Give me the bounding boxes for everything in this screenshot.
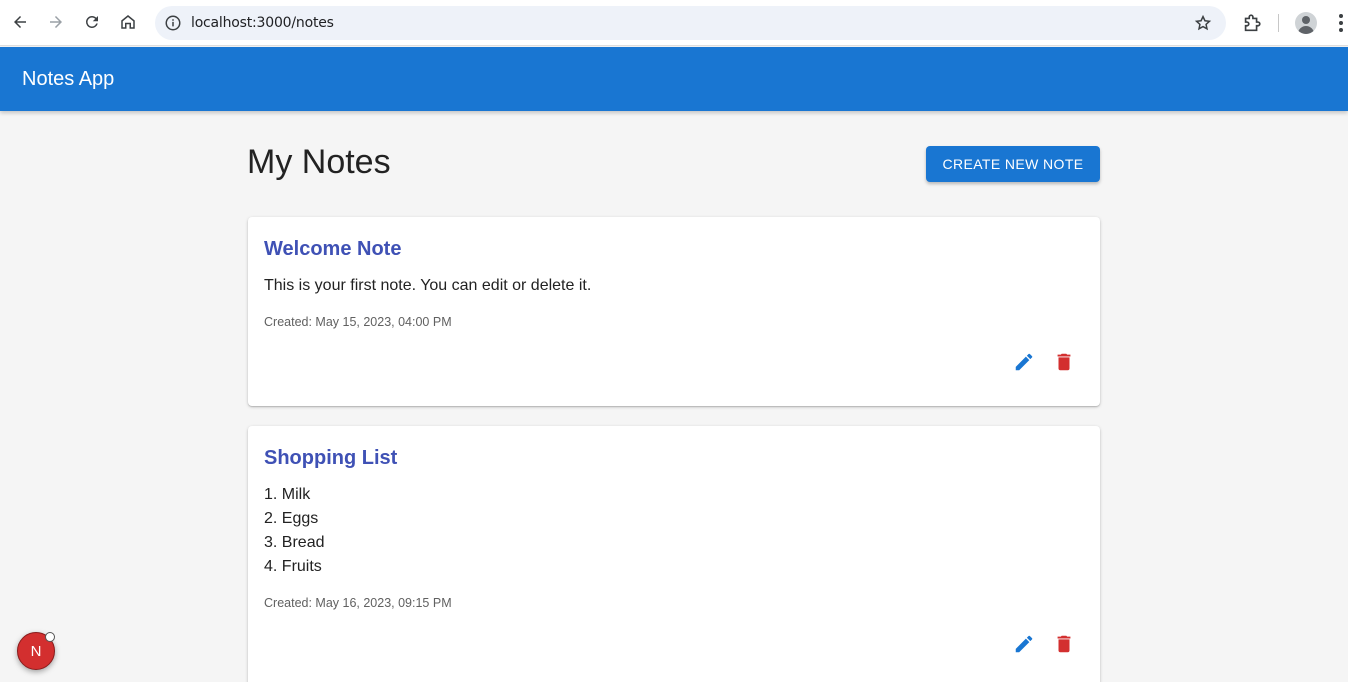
extensions-icon[interactable] xyxy=(1241,12,1263,34)
edit-button[interactable] xyxy=(1009,347,1039,377)
url-text[interactable]: localhost:3000/notes xyxy=(191,15,334,31)
note-card: Welcome Note This is your first note. Yo… xyxy=(248,217,1100,406)
note-body-line: 2. Eggs xyxy=(264,510,319,527)
note-created-date: Created: May 16, 2023, 09:15 PM xyxy=(264,596,452,610)
delete-button[interactable] xyxy=(1049,629,1079,659)
note-created-date: Created: May 15, 2023, 04:00 PM xyxy=(264,315,452,329)
reload-icon[interactable] xyxy=(79,9,105,35)
page-title: My Notes xyxy=(247,143,391,181)
note-body-line: 3. Bread xyxy=(264,534,325,551)
app-title[interactable]: Notes App xyxy=(22,68,114,91)
note-title: Shopping List xyxy=(264,447,398,469)
trash-icon xyxy=(1057,353,1071,371)
note-title: Welcome Note xyxy=(264,238,402,260)
browser-toolbar: localhost:3000/notes xyxy=(0,0,1348,46)
app-bar: Notes App xyxy=(0,47,1348,111)
profile-avatar[interactable] xyxy=(1295,12,1317,34)
note-body-line: This is your first note. You can edit or… xyxy=(264,277,592,294)
more-icon[interactable] xyxy=(1334,13,1348,33)
edit-button[interactable] xyxy=(1009,629,1039,659)
trash-icon xyxy=(1057,635,1071,653)
note-body: 1. Milk 2. Eggs 3. Bread 4. Fruits xyxy=(264,483,324,579)
toolbar-separator xyxy=(1278,14,1279,32)
badge-indicator-dot xyxy=(45,632,55,642)
note-card: Shopping List 1. Milk 2. Eggs 3. Bread 4… xyxy=(248,426,1100,682)
back-icon[interactable] xyxy=(7,9,33,35)
address-bar[interactable]: localhost:3000/notes xyxy=(155,6,1226,40)
pencil-icon xyxy=(1015,635,1033,653)
star-icon[interactable] xyxy=(1194,14,1212,32)
note-body-line: 1. Milk xyxy=(264,486,311,503)
note-body-line: 4. Fruits xyxy=(264,558,322,575)
create-note-button[interactable]: CREATE NEW NOTE xyxy=(926,146,1100,182)
note-body: This is your first note. You can edit or… xyxy=(264,274,591,298)
home-icon[interactable] xyxy=(115,9,141,35)
pencil-icon xyxy=(1015,353,1033,371)
info-icon[interactable] xyxy=(164,14,182,32)
forward-icon[interactable] xyxy=(43,9,69,35)
delete-button[interactable] xyxy=(1049,347,1079,377)
